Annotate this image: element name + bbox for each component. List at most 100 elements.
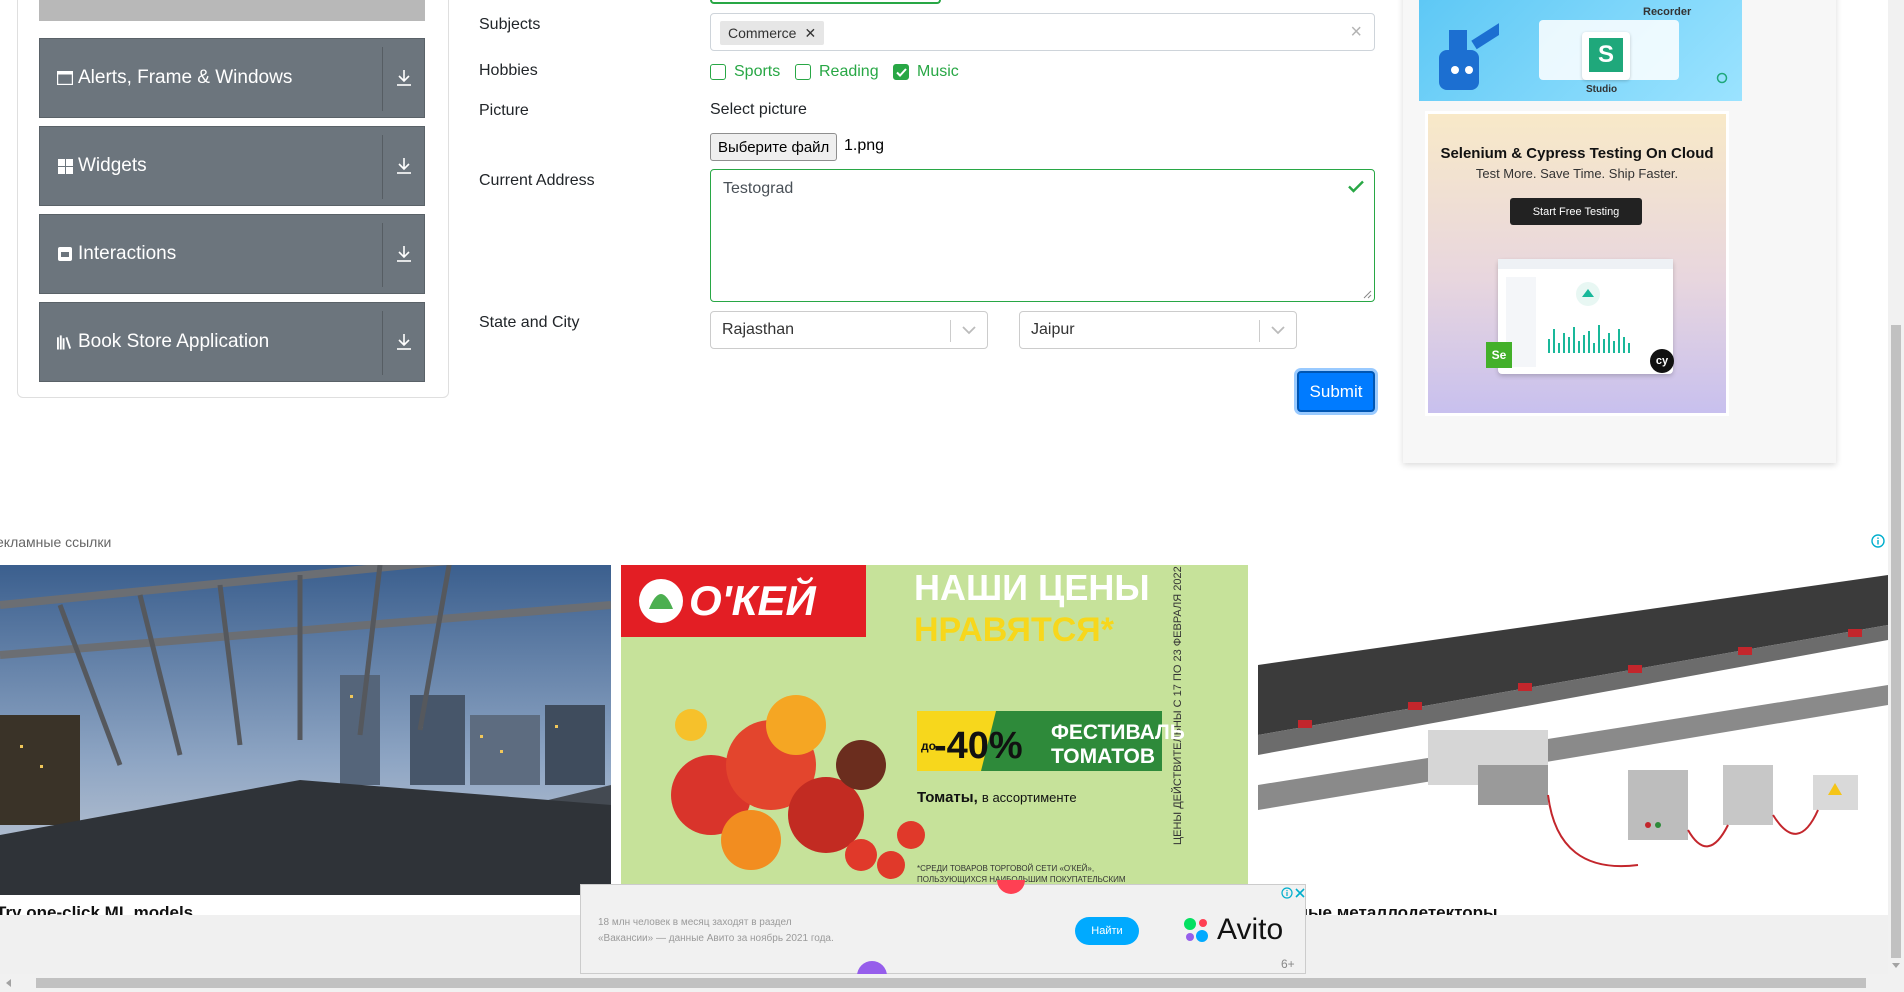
checkbox-box[interactable]	[795, 64, 811, 80]
sidebar-group-collapsed-stub[interactable]	[39, 0, 425, 21]
city-value: Jaipur	[1031, 321, 1075, 338]
valid-check-icon	[1348, 180, 1364, 198]
checkbox-box[interactable]	[710, 64, 726, 80]
submit-button[interactable]: Submit	[1297, 371, 1375, 412]
state-city-label: State and City	[479, 314, 580, 331]
select-separator	[950, 320, 951, 342]
ad-subtitle: Test More. Save Time. Ship Faster.	[1475, 166, 1679, 181]
studio-logo: S	[1582, 32, 1630, 80]
avito-dots-icon	[1184, 918, 1208, 942]
clear-icon[interactable]: ×	[1350, 21, 1362, 44]
select-picture-label: Select picture	[710, 101, 807, 118]
file-name: 1.png	[844, 137, 885, 154]
download-arrow-icon[interactable]	[390, 240, 418, 268]
state-select[interactable]: Rajasthan	[710, 311, 988, 349]
sidebar-group-label: Book Store Application	[78, 331, 270, 352]
start-free-testing-button[interactable]: Start Free Testing	[1510, 198, 1642, 225]
lambdatest-ad[interactable]: Selenium & Cypress Testing On Cloud Test…	[1425, 111, 1729, 416]
download-arrow-icon[interactable]	[390, 64, 418, 92]
city-select[interactable]: Jaipur	[1019, 311, 1297, 349]
current-address-label: Current Address	[479, 172, 595, 189]
sidebar-group-bookstore[interactable]: Book Store Application	[39, 302, 425, 382]
vertical-scrollbar[interactable]	[1888, 0, 1904, 992]
chevron-down-icon[interactable]	[961, 323, 977, 342]
subject-chip: Commerce ✕	[720, 21, 825, 45]
interactions-icon	[57, 246, 73, 262]
horizontal-scroll-thumb[interactable]	[36, 978, 1866, 988]
right-ad-column: S Recorder Studio Selenium & Cypress Tes…	[1403, 0, 1836, 463]
okey-brand: О'КЕЙ	[689, 577, 816, 624]
studio-label: Studio	[1586, 84, 1618, 95]
conveyor-image	[1258, 565, 1888, 895]
age-rating: 6+	[1281, 957, 1295, 971]
circle-icon	[1716, 72, 1728, 84]
divider	[382, 311, 383, 375]
resize-handle-icon[interactable]	[1363, 290, 1372, 299]
avito-text-line: «Вакансии» — данные Авито за ноябрь 2021…	[598, 933, 834, 944]
okey-festival-1: ФЕСТИВАЛЬ	[1051, 721, 1185, 744]
ads-heading: екламные ссылки	[0, 534, 112, 550]
hobby-label: Sports	[734, 63, 781, 80]
okey-tomatoes-sub: в ассортименте	[981, 790, 1077, 805]
chevron-down-icon[interactable]	[1270, 323, 1286, 342]
sidebar-group-label: Alerts, Frame & Windows	[78, 67, 293, 88]
okey-headline-1: НАШИ ЦЕНЫ	[914, 567, 1150, 608]
choose-file-button[interactable]: Выберите файл	[710, 133, 838, 161]
sidebar-group-alerts[interactable]: Alerts, Frame & Windows	[39, 38, 425, 118]
katalon-ad[interactable]: S Recorder Studio	[1419, 0, 1742, 101]
okey-footnote-line: *СРЕДИ ТОВАРОВ ТОРГОВОЙ СЕТИ «О'КЕЙ»,	[917, 864, 1095, 873]
recorder-label: Recorder	[1643, 6, 1692, 18]
sidebar-group-label: Widgets	[78, 155, 147, 176]
divider	[382, 47, 383, 111]
okey-festival-2: ТОМАТОВ	[1051, 745, 1156, 768]
ad-card-okey[interactable]: до -40% ЦЕНЫ ДЕЙСТВИТЕЛЬНЫ С 17 ПО 23 ФЕ…	[621, 565, 1248, 895]
hobby-reading-checkbox[interactable]: Reading	[795, 63, 879, 81]
avito-ad-banner[interactable]: 18 млн человек в месяц заходят в раздел …	[580, 880, 1306, 976]
okey-headline-2: НРАВЯТСЯ*	[914, 611, 1114, 649]
divider	[382, 223, 383, 287]
dashboard-image	[1498, 259, 1673, 374]
download-arrow-icon[interactable]	[390, 152, 418, 180]
scroll-left-icon[interactable]	[4, 978, 14, 988]
avito-find-button[interactable]: Найти	[1075, 917, 1139, 945]
okey-discount: -40%	[934, 725, 1023, 767]
vertical-scroll-thumb[interactable]	[1891, 325, 1901, 958]
ad-info-icon[interactable]	[1281, 887, 1293, 899]
ad-title: Selenium & Cypress Testing On Cloud	[1440, 145, 1714, 162]
close-icon[interactable]	[1294, 887, 1306, 899]
selenium-logo: Se	[1486, 342, 1512, 368]
previous-field-edge[interactable]	[710, 0, 941, 4]
avito-text: 18 млн человек в месяц заходят в раздел …	[598, 915, 898, 947]
subject-chip-label: Commerce	[728, 25, 797, 41]
hobbies-label: Hobbies	[479, 62, 538, 79]
ad-card-conveyor[interactable]	[1258, 565, 1888, 895]
current-address-textarea[interactable]: Testograd	[710, 169, 1375, 302]
avito-logo-text: Avito	[1217, 913, 1284, 946]
checkbox-checked-icon[interactable]	[893, 64, 909, 80]
bridge-photo	[0, 565, 611, 895]
state-value: Rajasthan	[722, 321, 795, 338]
chip-remove-icon[interactable]: ✕	[804, 25, 816, 42]
avito-logo: Avito	[1181, 913, 1283, 947]
decor-circle-red	[997, 880, 1025, 894]
sidebar-group-widgets[interactable]: Widgets	[39, 126, 425, 206]
select-separator	[1259, 320, 1260, 342]
okey-tomatoes: Томаты, в ассортименте	[917, 789, 1077, 806]
scroll-down-icon[interactable]	[1891, 960, 1901, 970]
picture-label: Picture	[479, 102, 529, 119]
subjects-input[interactable]: Commerce ✕ ×	[710, 13, 1375, 51]
ad-card-bridge[interactable]	[0, 565, 611, 895]
okey-validity: ЦЕНЫ ДЕЙСТВИТЕЛЬНЫ С 17 ПО 23 ФЕВРАЛЯ 20…	[1171, 565, 1184, 845]
robot-arm-image	[1439, 23, 1499, 90]
hobby-sports-checkbox[interactable]: Sports	[710, 63, 780, 81]
subjects-label: Subjects	[479, 16, 541, 33]
widgets-icon	[57, 158, 73, 174]
hobby-label: Music	[917, 63, 959, 80]
sidebar-group-interactions[interactable]: Interactions	[39, 214, 425, 294]
download-arrow-icon[interactable]	[390, 328, 418, 356]
books-icon	[57, 334, 73, 350]
hobby-music-checkbox[interactable]: Music	[893, 63, 959, 81]
ad-info-icon[interactable]	[1871, 534, 1885, 553]
cypress-logo: cy	[1650, 349, 1674, 373]
horizontal-scrollbar[interactable]	[0, 974, 1888, 992]
